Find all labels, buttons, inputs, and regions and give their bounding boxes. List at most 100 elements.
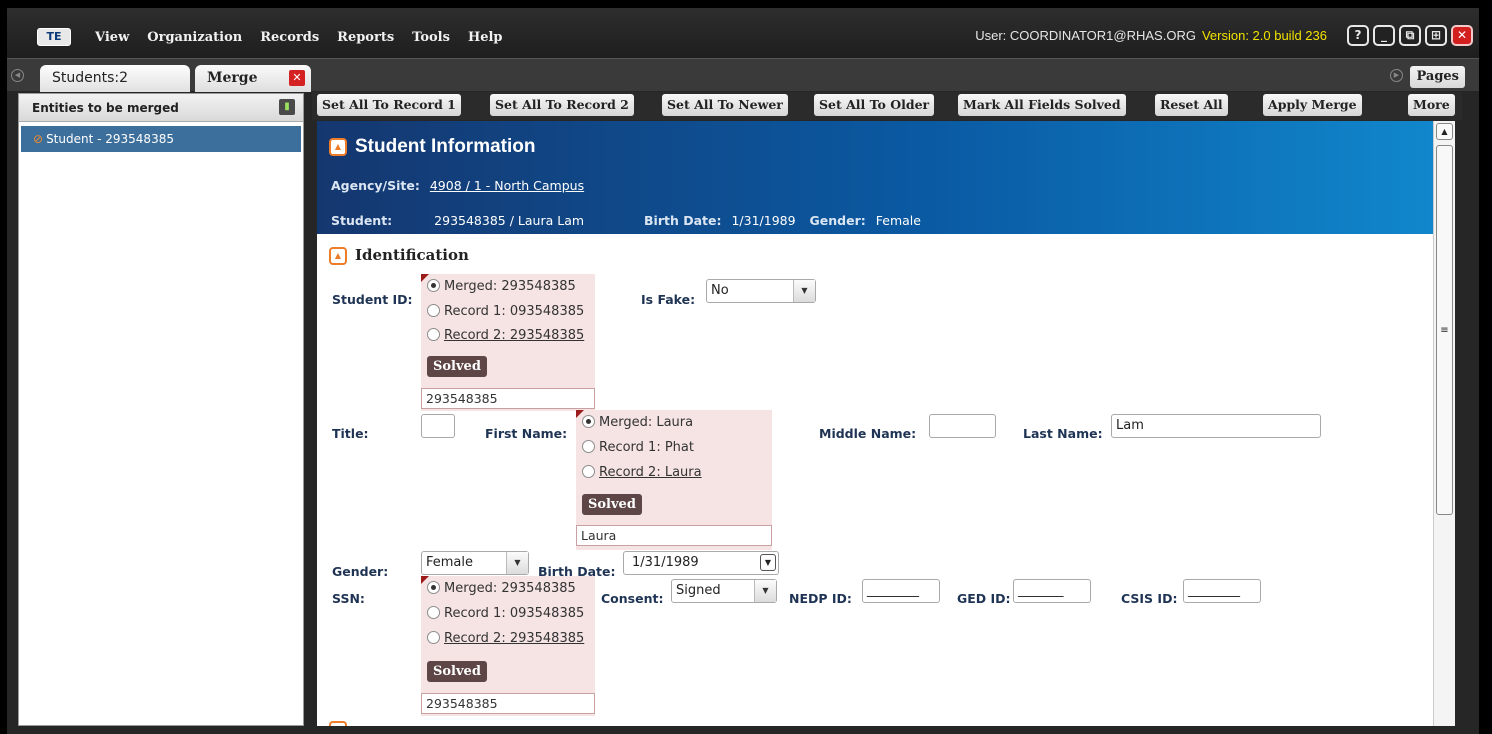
tab-students[interactable]: Students:2 [40, 65, 190, 92]
tab-merge-label: Merge [207, 70, 258, 86]
restore-icon[interactable]: ⧉ [1399, 25, 1421, 46]
chevron-down-icon[interactable]: ▼ [793, 280, 815, 302]
chevron-down-icon[interactable]: ▼ [506, 552, 528, 574]
entities-panel: Entities to be merged ▮ ⊘ Student - 29354… [18, 93, 304, 726]
agency-label: Agency/Site: [331, 178, 420, 193]
tab-merge[interactable]: Merge ✕ [195, 65, 311, 92]
vertical-scrollbar[interactable]: ▲ ≡ [1433, 121, 1455, 726]
birth-date-input-value: 1/31/1989 [632, 555, 699, 570]
identification-collapse-icon[interactable]: ▲ [329, 247, 347, 265]
first-name-merged-option[interactable]: Merged: Laura [582, 415, 693, 430]
student-id-merged-option[interactable]: Merged: 293548385 [427, 279, 576, 294]
birth-date-label: Birth Date: [644, 213, 722, 228]
entity-list-item[interactable]: ⊘ Student - 293548385 [21, 126, 301, 152]
main-menu: View Organization Records Reports Tools … [95, 30, 521, 45]
set-all-older-button[interactable]: Set All To Older [814, 94, 935, 116]
student-id-record2-option[interactable]: Record 2: 293548385 [427, 328, 584, 343]
menu-records[interactable]: Records [260, 30, 319, 45]
menu-tools[interactable]: Tools [412, 30, 450, 45]
set-all-record1-button[interactable]: Set All To Record 1 [317, 94, 461, 116]
menu-help[interactable]: Help [468, 30, 503, 45]
close-tab-icon[interactable]: ✕ [289, 70, 305, 86]
set-all-newer-button[interactable]: Set All To Newer [662, 94, 788, 116]
student-id-solved-badge[interactable]: Solved [427, 356, 487, 377]
next-section-collapse-icon[interactable]: ▲ [329, 721, 347, 726]
option-label: Record 1: 093548385 [444, 304, 585, 319]
option-label: Merged: 293548385 [444, 581, 576, 596]
nedp-id-input[interactable]: ________ [862, 579, 940, 603]
last-name-label: Last Name: [1023, 426, 1103, 441]
is-fake-value: No [711, 283, 729, 298]
student-id-label: Student ID: [332, 292, 413, 307]
student-info-header: ▲ Student Information Agency/Site: 4908 … [317, 121, 1433, 234]
pages-button[interactable]: Pages [1410, 66, 1465, 88]
radio-icon[interactable] [427, 279, 440, 292]
gender-select[interactable]: Female ▼ [421, 551, 529, 575]
mark-all-solved-button[interactable]: Mark All Fields Solved [958, 94, 1126, 116]
gender-select-value: Female [426, 555, 474, 570]
pin-icon[interactable]: ▮ [279, 99, 295, 115]
radio-icon[interactable] [582, 415, 595, 428]
gender-value: Female [875, 213, 921, 228]
student-id-merge-box: Merged: 293548385 Record 1: 093548385 Re… [421, 274, 595, 411]
student-row: Student: 293548385 / Laura Lam Birth Dat… [331, 213, 921, 228]
minimize-icon[interactable]: _ [1373, 25, 1395, 46]
title-input[interactable] [421, 414, 455, 438]
collapse-icon[interactable]: ▲ [329, 138, 347, 156]
is-fake-select[interactable]: No ▼ [706, 279, 816, 303]
agency-row: Agency/Site: 4908 / 1 - North Campus [331, 178, 584, 193]
agency-link[interactable]: 4908 / 1 - North Campus [430, 178, 584, 193]
student-id-record1-option[interactable]: Record 1: 093548385 [427, 304, 584, 319]
birth-date-input[interactable]: 1/31/1989 ▼ [623, 551, 779, 575]
set-all-record2-button[interactable]: Set All To Record 2 [490, 94, 634, 116]
tab-scroll-right-icon[interactable]: ▶ [1390, 69, 1403, 82]
first-name-record2-option[interactable]: Record 2: Laura [582, 465, 702, 480]
calendar-dropdown-icon[interactable]: ▼ [760, 554, 776, 571]
more-button[interactable]: More [1408, 94, 1455, 116]
tab-students-label: Students:2 [52, 70, 129, 86]
first-name-merge-box: Merged: Laura Record 1: Phat Record 2: L… [576, 410, 772, 550]
chevron-down-icon[interactable]: ▼ [754, 580, 776, 602]
menu-view[interactable]: View [95, 30, 129, 45]
radio-icon[interactable] [427, 581, 440, 594]
scroll-thumb[interactable]: ≡ [1436, 145, 1453, 515]
consent-select[interactable]: Signed ▼ [671, 579, 777, 603]
birth-date-value: 1/31/1989 [731, 213, 796, 228]
option-label: Record 1: 093548385 [444, 606, 585, 621]
ssn-solved-badge[interactable]: Solved [427, 661, 487, 682]
csis-id-input[interactable]: ________ [1183, 579, 1261, 603]
scroll-up-icon[interactable]: ▲ [1436, 123, 1453, 140]
close-window-icon[interactable]: ✕ [1451, 25, 1473, 46]
radio-icon[interactable] [582, 465, 595, 478]
ssn-record1-option[interactable]: Record 1: 093548385 [427, 606, 584, 621]
last-name-input[interactable]: Lam [1111, 414, 1321, 438]
ssn-record2-option[interactable]: Record 2: 293548385 [427, 631, 584, 646]
student-id-input[interactable]: 293548385 [421, 388, 595, 409]
radio-icon[interactable] [427, 631, 440, 644]
identification-title: Identification [355, 246, 469, 264]
gender-label: Gender: [809, 213, 866, 228]
radio-icon[interactable] [427, 304, 440, 317]
ssn-input[interactable]: 293548385 [421, 693, 595, 714]
apply-merge-button[interactable]: Apply Merge [1263, 94, 1362, 116]
first-name-solved-badge[interactable]: Solved [582, 494, 642, 515]
first-name-input[interactable]: Laura [576, 525, 772, 546]
help-icon[interactable]: ? [1347, 25, 1369, 46]
ged-id-label: GED ID: [957, 591, 1011, 606]
radio-icon[interactable] [427, 606, 440, 619]
menu-organization[interactable]: Organization [147, 30, 242, 45]
merge-content: ▲ Student Information Agency/Site: 4908 … [317, 121, 1448, 726]
middle-name-input[interactable] [929, 414, 996, 438]
first-name-label: First Name: [485, 426, 568, 441]
radio-icon[interactable] [582, 440, 595, 453]
tab-scroll-left-icon[interactable]: ◀ [11, 69, 24, 82]
menu-reports[interactable]: Reports [337, 30, 394, 45]
maximize-icon[interactable]: ⊞ [1425, 25, 1447, 46]
application-window: TE View Organization Records Reports Too… [7, 8, 1479, 734]
reset-all-button[interactable]: Reset All [1155, 94, 1228, 116]
entities-panel-header: Entities to be merged ▮ [19, 94, 303, 122]
ged-id-input[interactable]: _______ [1013, 579, 1091, 603]
radio-icon[interactable] [427, 328, 440, 341]
ssn-merged-option[interactable]: Merged: 293548385 [427, 581, 576, 596]
first-name-record1-option[interactable]: Record 1: Phat [582, 440, 694, 455]
